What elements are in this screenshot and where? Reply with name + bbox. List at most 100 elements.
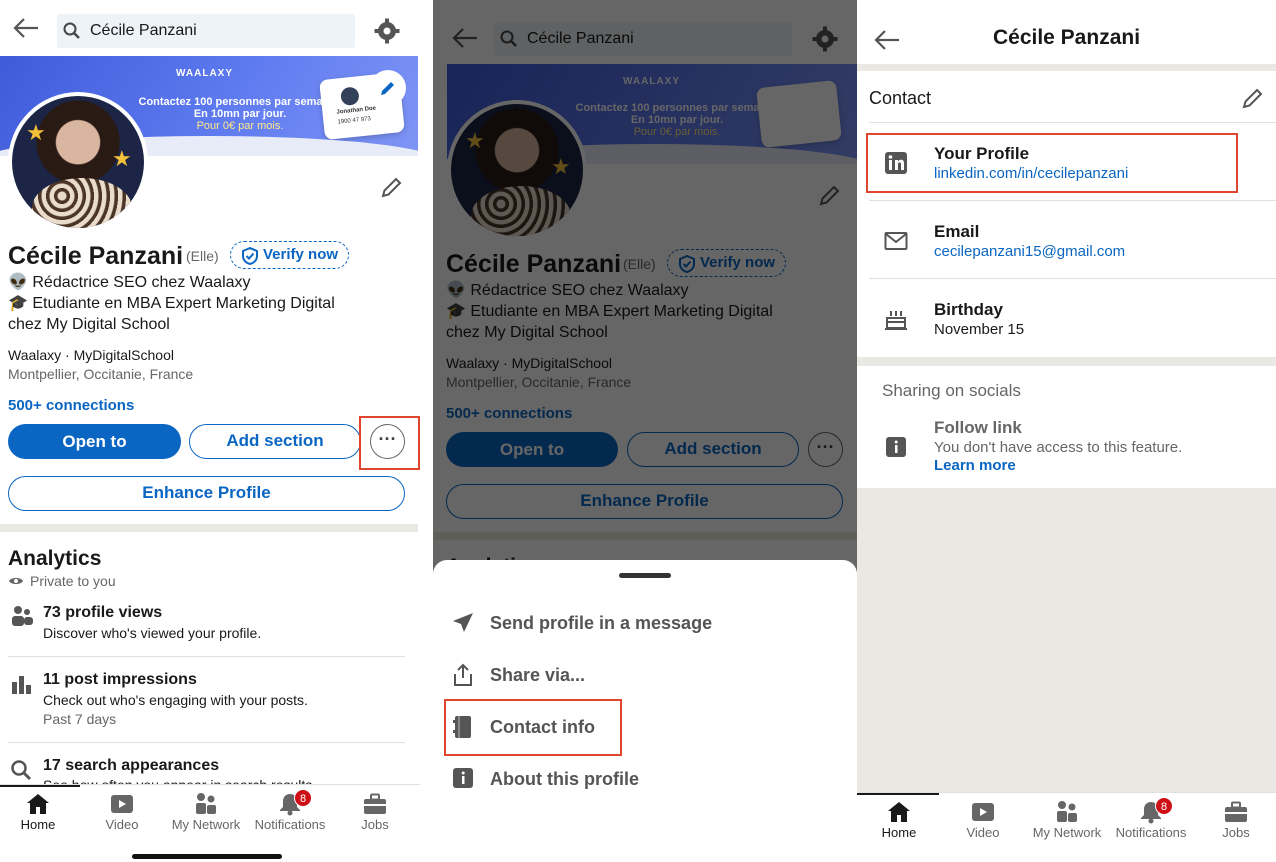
home-indicator: [132, 854, 282, 859]
divider: [869, 200, 1276, 201]
email-title: Email: [934, 222, 980, 241]
info-icon: [453, 768, 473, 788]
nav-label: Video: [105, 817, 139, 832]
pronouns: (Elle): [186, 248, 219, 264]
stat-meta: Past 7 days: [43, 711, 117, 727]
bottom-sheet: Send profile in a message Share via... C…: [433, 560, 857, 862]
follow-link-title: Follow link: [934, 418, 1022, 437]
contact-info-panel: Cécile Panzani Contact Your Profile link…: [857, 0, 1276, 862]
briefcase-icon: [364, 793, 386, 814]
sheet-handle[interactable]: [619, 573, 671, 578]
home-icon: [27, 794, 49, 814]
follow-link-desc: You don't have access to this feature.: [934, 439, 1183, 456]
section-divider: [857, 357, 1276, 366]
nav-home[interactable]: Home: [857, 799, 941, 840]
star-sticker-icon: ★: [26, 120, 46, 145]
stat-title[interactable]: 17 search appearances: [43, 757, 219, 775]
nav-label: Notifications: [254, 817, 326, 832]
email-link[interactable]: cecilepanzani15@gmail.com: [934, 243, 1125, 260]
divider: [869, 278, 1276, 279]
avatar[interactable]: ★ ★: [8, 92, 148, 232]
learn-more-link[interactable]: Learn more: [934, 457, 1016, 474]
back-arrow-icon[interactable]: [12, 14, 40, 42]
send-profile-option[interactable]: Send profile in a message: [451, 603, 831, 643]
bottom-nav: Home Video My Network 8 Notifications Jo…: [857, 792, 1276, 862]
edit-banner-button[interactable]: [370, 70, 406, 106]
share-via-option[interactable]: Share via...: [451, 655, 831, 695]
video-icon: [972, 803, 994, 821]
nav-jobs[interactable]: Jobs: [333, 791, 417, 832]
section-divider: [0, 524, 418, 532]
headline-line: 🎓 Etudiante en MBA Expert Marketing Digi…: [8, 295, 335, 312]
divider: [8, 656, 405, 657]
network-icon: [196, 793, 216, 814]
star-sticker-icon: ★: [112, 146, 132, 171]
active-tab-indicator: [857, 793, 939, 795]
analytics-title: Analytics: [8, 547, 102, 570]
notification-badge: 8: [294, 789, 312, 807]
gear-icon[interactable]: [374, 18, 400, 44]
network-icon: [1057, 801, 1077, 822]
nav-label: Video: [966, 825, 1000, 840]
highlight-box: [444, 699, 622, 756]
nav-label: My Network: [171, 817, 241, 832]
section-divider: [857, 64, 1276, 71]
nav-home[interactable]: Home: [0, 791, 80, 832]
connections-link[interactable]: 500+ connections: [8, 397, 134, 414]
people-icon: [12, 606, 33, 626]
location: Montpellier, Occitanie, France: [8, 366, 194, 382]
search-value: Cécile Panzani: [90, 22, 197, 39]
nav-my-network[interactable]: My Network: [1025, 799, 1109, 840]
headline-line: chez My Digital School: [8, 316, 170, 333]
sheet-label: Share via...: [490, 665, 586, 685]
profile-panel: Cécile Panzani WAALAXY Contactez 100 per…: [0, 0, 420, 862]
bottom-nav: Home Video My Network 8 Notifications Jo…: [0, 784, 420, 862]
info-icon: [886, 437, 906, 457]
sheet-label: About this profile: [490, 769, 639, 789]
highlight-box: [359, 416, 420, 470]
pencil-icon[interactable]: [1241, 86, 1265, 110]
nav-my-network[interactable]: My Network: [164, 791, 248, 832]
verify-now-button[interactable]: Verify now: [230, 241, 350, 269]
profile-name: Cécile Panzani: [8, 242, 184, 270]
edit-intro-pencil-icon[interactable]: [380, 175, 404, 199]
add-section-button[interactable]: Add section: [189, 424, 361, 459]
video-icon: [111, 795, 133, 813]
stat-desc: Check out who's engaging with your posts…: [43, 692, 308, 708]
briefcase-icon: [1225, 801, 1247, 822]
stat-title[interactable]: 73 profile views: [43, 604, 162, 622]
nav-video[interactable]: Video: [941, 799, 1025, 840]
nav-notifications[interactable]: 8 Notifications: [1109, 797, 1193, 840]
nav-label: Jobs: [361, 817, 389, 832]
divider: [869, 122, 1276, 123]
empty-area: [857, 488, 1276, 792]
nav-jobs[interactable]: Jobs: [1194, 799, 1276, 840]
nav-video[interactable]: Video: [80, 791, 164, 832]
bar-chart-icon: [12, 676, 31, 694]
privacy-note: Private to you: [30, 573, 116, 589]
pencil-icon: [381, 82, 394, 95]
enhance-profile-button[interactable]: Enhance Profile: [8, 476, 405, 511]
open-to-button[interactable]: Open to: [8, 424, 181, 459]
highlight-box: [866, 133, 1238, 193]
company[interactable]: Waalaxy · MyDigitalSchool: [8, 347, 174, 363]
search-input[interactable]: Cécile Panzani: [57, 14, 355, 48]
headline: 👽 Rédactrice SEO chez Waalaxy 🎓 Etudiant…: [8, 272, 408, 335]
sheet-label: Send profile in a message: [490, 613, 713, 633]
stat-title[interactable]: 11 post impressions: [43, 671, 197, 689]
contact-section-title: Contact: [869, 88, 932, 108]
nav-notifications[interactable]: 8 Notifications: [248, 789, 332, 832]
socials-section-title: Sharing on socials: [882, 381, 1021, 400]
nav-label: Home: [20, 817, 56, 832]
send-icon: [453, 613, 473, 632]
top-bar: Cécile Panzani: [0, 0, 420, 56]
birthday-cake-icon: [885, 311, 907, 330]
share-icon: [454, 663, 472, 686]
about-profile-option[interactable]: About this profile: [451, 759, 831, 799]
nav-label: My Network: [1032, 825, 1102, 840]
share-sheet-panel: Cécile Panzani WAALAXY Contactez 100 per…: [433, 0, 857, 862]
eye-icon: [9, 578, 23, 584]
stat-desc: Discover who's viewed your profile.: [43, 625, 262, 641]
active-tab-indicator: [0, 785, 80, 787]
birthday-title: Birthday: [934, 300, 1003, 319]
